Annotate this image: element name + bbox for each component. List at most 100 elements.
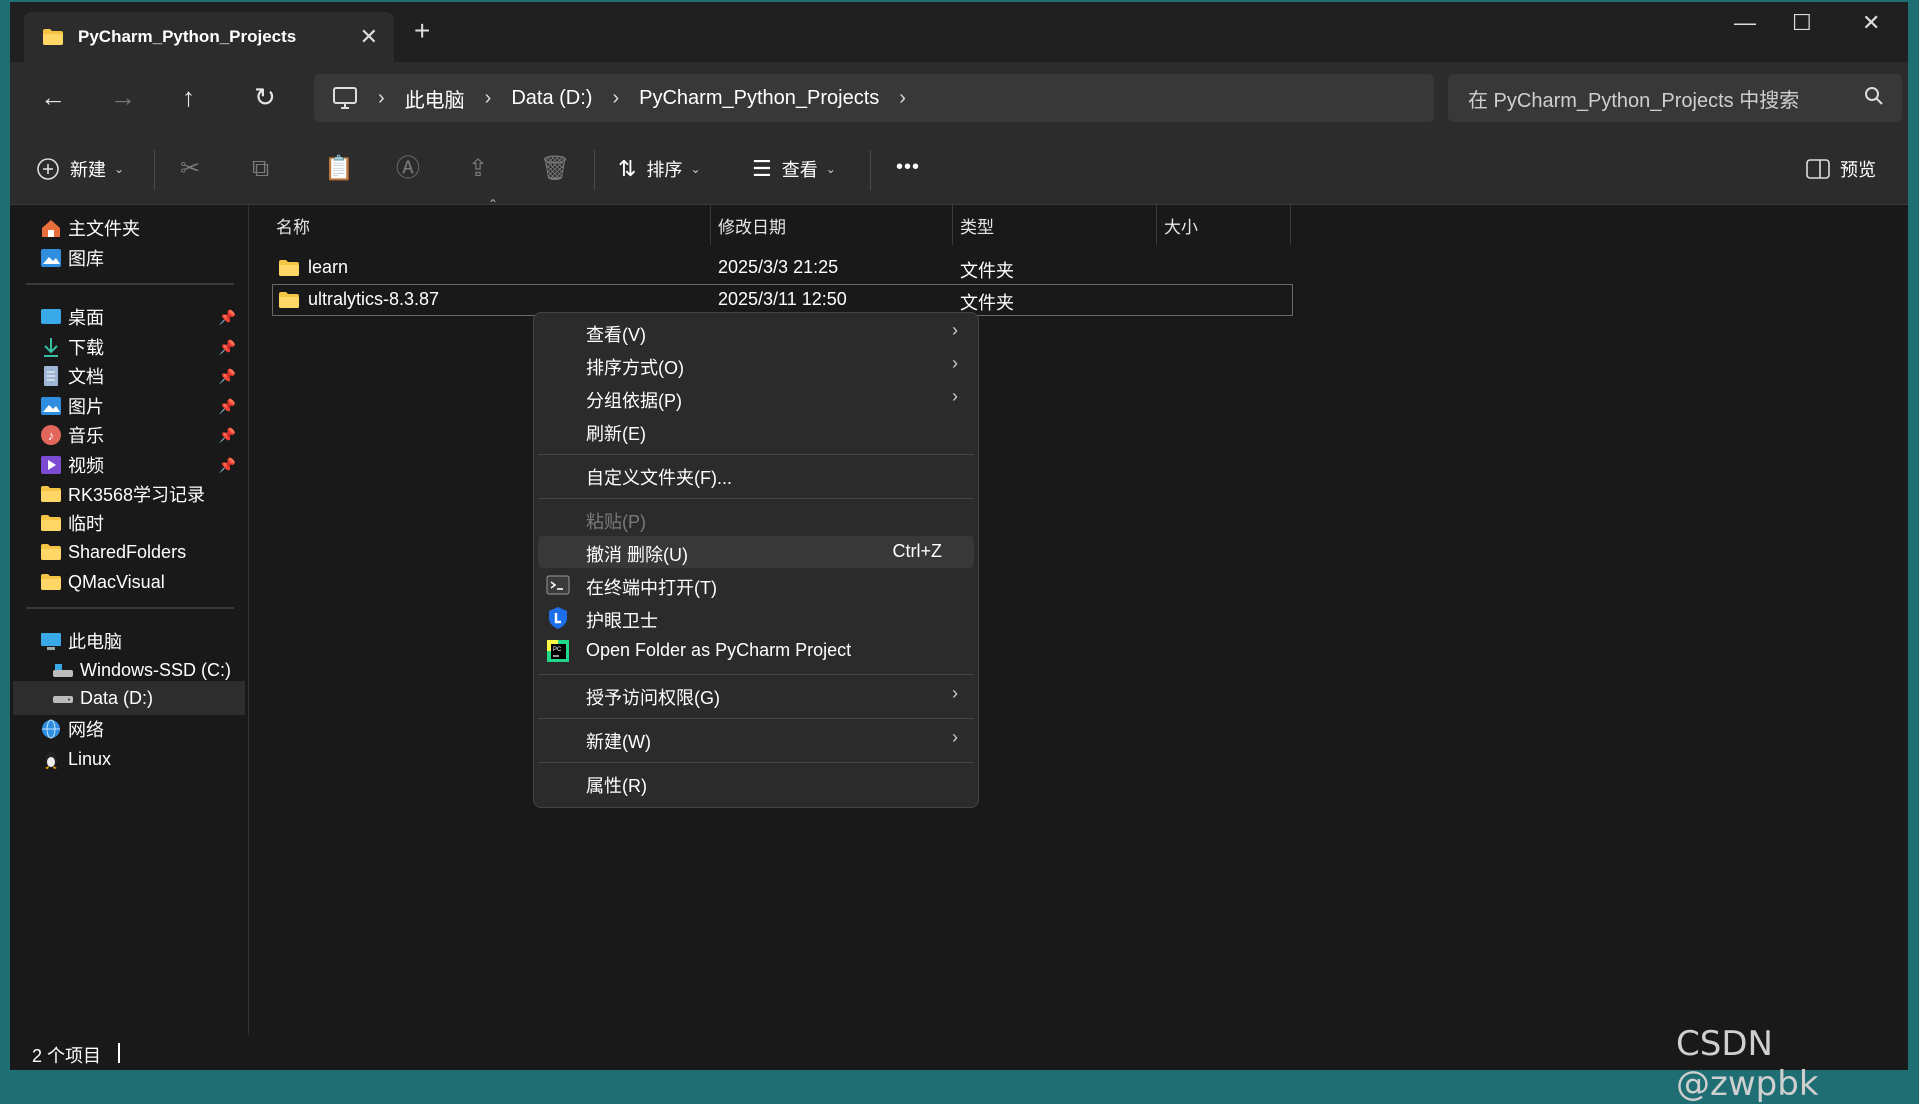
- sidebar-item-home[interactable]: 主文件夹: [40, 212, 240, 244]
- sidebar-item-sharedfolders[interactable]: SharedFolders: [40, 536, 240, 568]
- sidebar-item-this-pc[interactable]: 此电脑: [40, 625, 240, 657]
- sidebar-item-rk3568[interactable]: RK3568学习记录: [40, 478, 240, 510]
- file-explorer-window: PyCharm_Python_Projects ✕ + — ☐ ✕ ← → ↑ …: [10, 2, 1908, 1070]
- menu-item-new[interactable]: 新建(W) ›: [538, 723, 974, 755]
- cut-icon[interactable]: ✂: [180, 156, 200, 182]
- column-divider[interactable]: [952, 205, 953, 245]
- menu-item-view[interactable]: 查看(V) ›: [538, 316, 974, 348]
- menu-item-open-pycharm[interactable]: PC Open Folder as PyCharm Project: [538, 635, 974, 667]
- sidebar-item-label: 网络: [68, 720, 104, 740]
- search-box[interactable]: 在 PyCharm_Python_Projects 中搜索: [1448, 74, 1902, 122]
- column-header-date[interactable]: 修改日期: [718, 205, 786, 245]
- sidebar-item-videos[interactable]: 视频 📌: [40, 449, 240, 481]
- menu-item-sort-by[interactable]: 排序方式(O) ›: [538, 349, 974, 381]
- pycharm-icon: PC: [547, 640, 569, 662]
- column-header-type[interactable]: 类型: [960, 205, 994, 245]
- sidebar-item-downloads[interactable]: 下载 📌: [40, 331, 240, 363]
- menu-divider: [538, 454, 974, 455]
- pin-icon[interactable]: 📌: [219, 339, 236, 356]
- pin-icon[interactable]: 📌: [219, 368, 236, 385]
- file-date: 2025/3/11 12:50: [718, 289, 847, 309]
- column-divider[interactable]: [710, 205, 711, 245]
- menu-divider: [538, 718, 974, 719]
- column-header-size[interactable]: 大小: [1164, 205, 1198, 245]
- column-divider[interactable]: [1156, 205, 1157, 245]
- sort-label: 排序: [646, 160, 683, 180]
- toolbar-divider: [154, 150, 155, 190]
- sidebar-item-network[interactable]: 网络: [40, 713, 240, 745]
- breadcrumb-data-d[interactable]: Data (D:): [511, 87, 592, 110]
- new-tab-button[interactable]: +: [414, 17, 430, 45]
- menu-item-eye-guard[interactable]: 护眼卫士: [538, 602, 974, 634]
- pin-icon[interactable]: 📌: [219, 309, 236, 326]
- tab-active[interactable]: PyCharm_Python_Projects ✕: [24, 12, 394, 62]
- chevron-down-icon: ⌄: [825, 162, 836, 176]
- sidebar-item-drive-d[interactable]: Data (D:): [13, 681, 245, 715]
- up-button[interactable]: ↑: [182, 82, 195, 112]
- rename-icon[interactable]: Ⓐ: [396, 156, 420, 182]
- video-icon: [41, 456, 61, 474]
- sort-button[interactable]: ⇅ 排序 ⌄: [618, 156, 701, 182]
- menu-item-group-by[interactable]: 分组依据(P) ›: [538, 382, 974, 414]
- sidebar-item-documents[interactable]: 文档 📌: [40, 360, 240, 392]
- pin-icon[interactable]: 📌: [219, 457, 236, 474]
- menu-item-paste[interactable]: 粘贴(P): [538, 503, 974, 535]
- column-header-name[interactable]: 名称: [276, 205, 310, 245]
- sidebar-item-linux[interactable]: Linux: [40, 743, 240, 775]
- folder-icon: [41, 544, 61, 560]
- copy-icon[interactable]: ⧉: [252, 156, 269, 182]
- menu-item-undo-delete[interactable]: 撤消 删除(U) Ctrl+Z: [538, 536, 974, 568]
- menu-item-refresh[interactable]: 刷新(E): [538, 415, 974, 447]
- svg-text:PC: PC: [553, 647, 562, 653]
- pictures-icon: [41, 397, 61, 415]
- breadcrumb-project[interactable]: PyCharm_Python_Projects: [639, 87, 879, 110]
- sidebar-item-pictures[interactable]: 图片 📌: [40, 390, 240, 422]
- menu-item-give-access[interactable]: 授予访问权限(G) ›: [538, 679, 974, 711]
- sidebar-item-desktop[interactable]: 桌面 📌: [40, 301, 240, 333]
- menu-item-open-terminal[interactable]: 在终端中打开(T): [538, 569, 974, 601]
- new-button[interactable]: 新建 ⌄: [36, 156, 124, 182]
- maximize-button[interactable]: ☐: [1792, 10, 1812, 36]
- network-icon: [42, 719, 60, 739]
- chevron-right-icon[interactable]: ›: [899, 87, 906, 110]
- view-button[interactable]: ☰ 查看 ⌄: [752, 156, 836, 182]
- file-name: ultralytics-8.3.87: [308, 289, 440, 309]
- close-button[interactable]: ✕: [1862, 10, 1880, 36]
- more-options-button[interactable]: •••: [896, 156, 920, 179]
- navigation-pane: 主文件夹 图库 桌面 📌 下载 📌 文档 📌 图片 📌 ♪ 音乐 📌 视频 📌 …: [10, 205, 249, 1035]
- refresh-button[interactable]: ↻: [254, 82, 276, 112]
- search-input[interactable]: 在 PyCharm_Python_Projects 中搜索: [1468, 84, 1799, 113]
- column-divider[interactable]: [1290, 205, 1291, 245]
- menu-item-label: 在终端中打开(T): [586, 578, 717, 598]
- menu-item-properties[interactable]: 属性(R): [538, 767, 974, 799]
- menu-item-customize-folder[interactable]: 自定义文件夹(F)...: [538, 459, 974, 491]
- folder-icon: [41, 515, 61, 531]
- preview-pane-icon: [1806, 159, 1830, 179]
- status-bar: 2 个项目: [10, 1035, 1908, 1070]
- menu-item-label: 属性(R): [586, 776, 647, 796]
- back-button[interactable]: ←: [40, 82, 66, 112]
- sidebar-item-label: 文档: [68, 367, 104, 387]
- table-row[interactable]: learn 2025/3/3 21:25 文件夹: [272, 252, 1293, 284]
- pin-icon[interactable]: 📌: [219, 398, 236, 415]
- preview-button[interactable]: 预览: [1806, 156, 1876, 182]
- forward-button[interactable]: →: [110, 82, 136, 112]
- sidebar-item-gallery[interactable]: 图库: [40, 242, 240, 274]
- sidebar-item-label: QMacVisual: [68, 571, 165, 592]
- preview-label: 预览: [1840, 160, 1876, 180]
- pin-icon[interactable]: 📌: [219, 427, 236, 444]
- share-icon[interactable]: ⇪: [468, 156, 488, 182]
- delete-icon[interactable]: 🗑: [540, 156, 570, 182]
- paste-icon[interactable]: 📋: [324, 156, 354, 182]
- tab-close-icon[interactable]: ✕: [360, 24, 378, 50]
- breadcrumb-this-pc[interactable]: 此电脑: [405, 84, 465, 113]
- folder-icon: [279, 292, 299, 308]
- sidebar-item-temp[interactable]: 临时: [40, 507, 240, 539]
- sidebar-item-music[interactable]: ♪ 音乐 📌: [40, 419, 240, 451]
- address-bar[interactable]: › 此电脑 › Data (D:) › PyCharm_Python_Proje…: [314, 74, 1434, 122]
- sidebar-item-label: Windows-SSD (C:): [80, 659, 232, 680]
- minimize-button[interactable]: —: [1734, 10, 1756, 36]
- sidebar-item-qmacvisual[interactable]: QMacVisual: [40, 566, 240, 598]
- menu-item-shortcut: Ctrl+Z: [892, 541, 943, 561]
- menu-item-label: 刷新(E): [586, 424, 646, 444]
